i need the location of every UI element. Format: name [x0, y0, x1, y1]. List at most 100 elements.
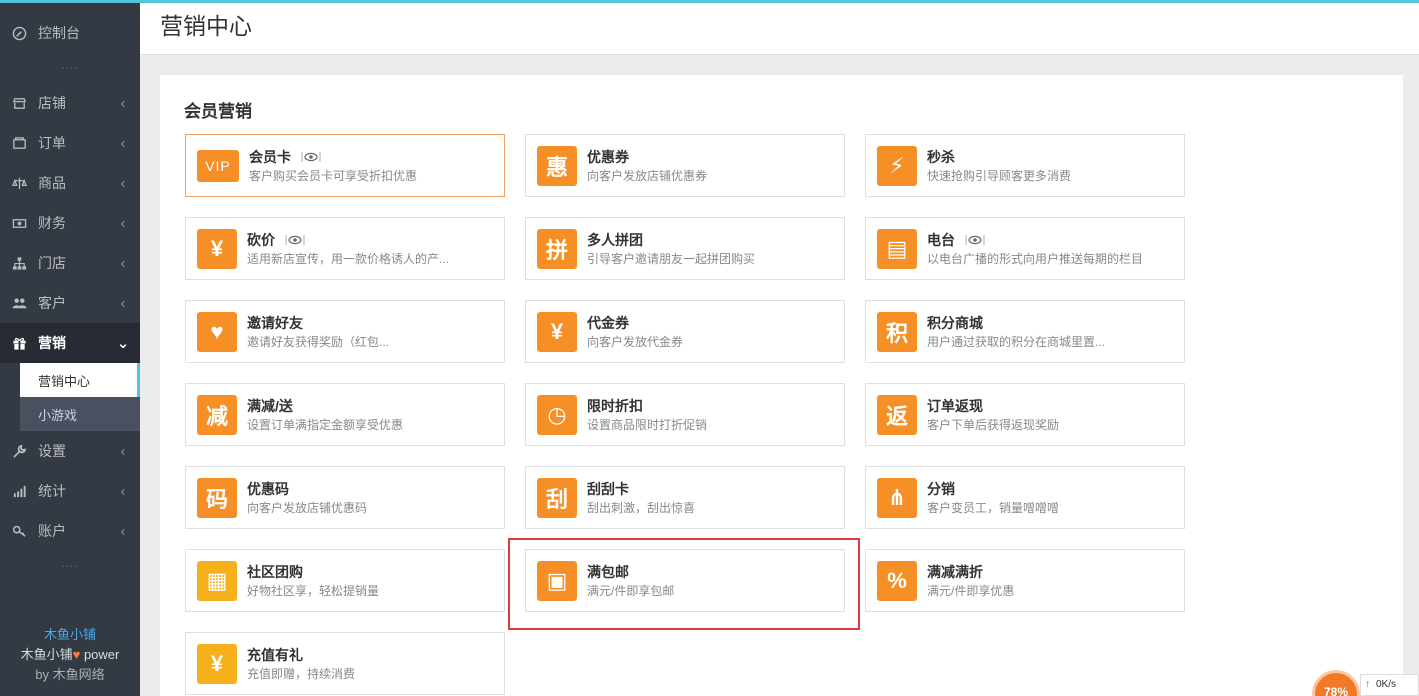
minus-icon: 减: [197, 394, 237, 435]
group-buy-icon: 拼: [537, 228, 577, 269]
sidebar-item-order[interactable]: 订单 ‹: [0, 123, 140, 163]
chevron-left-icon: ‹: [120, 134, 126, 152]
sidebar-divider: ....: [61, 58, 79, 72]
brand-name[interactable]: 木鱼小铺: [0, 625, 140, 645]
marketing-card[interactable]: ▣ 满包邮 满元/件即享包邮: [525, 549, 845, 612]
sidebar-item-shop[interactable]: 店铺 ‹: [0, 83, 140, 123]
brand-power-prefix: 木鱼小铺: [20, 647, 73, 662]
marketing-card[interactable]: 拼多人拼团 引导客户邀请朋友一起拼团购买: [525, 217, 845, 280]
card-title: 电台: [927, 231, 1143, 249]
marketing-card[interactable]: 码优惠码 向客户发放店铺优惠码: [185, 466, 505, 529]
marketing-card[interactable]: ⚡ 秒杀快速抢购引导顾客更多消费: [865, 134, 1185, 197]
card-title-text: 满减满折: [927, 563, 983, 580]
card-title-text: 限时折扣: [587, 397, 643, 414]
sidebar-item-dashboard[interactable]: 控制台: [0, 13, 140, 53]
speed-rate: 0K/s: [1376, 679, 1397, 690]
marketing-card[interactable]: 惠优惠券 向客户发放店铺优惠券: [525, 134, 845, 197]
card-text: 社区团购 好物社区享，轻松提销量: [247, 563, 379, 599]
card-description: 向客户发放店铺优惠码: [247, 500, 368, 515]
card-text: 电台以电台广播的形式向用户推送每期的栏目: [927, 231, 1143, 267]
marketing-card[interactable]: 返订单返现 客户下单后获得返现奖励: [865, 383, 1185, 446]
card-text: 多人拼团 引导客户邀请朋友一起拼团购买: [587, 231, 755, 267]
marketing-card[interactable]: 刮刮刮卡 刮出刺激，刮出惊喜: [525, 466, 845, 529]
sidebar-item-customer[interactable]: 客户 ‹: [0, 283, 140, 323]
card-description: 设置订单满指定金额享受优惠: [247, 417, 404, 432]
sidebar-item-goods[interactable]: 商品 ‹: [0, 163, 140, 203]
sidebar-item-label: 控制台: [38, 25, 80, 41]
card-title: 刮刮卡: [587, 480, 695, 498]
cashback-icon: 返: [877, 394, 917, 435]
invite-icon: ♥: [197, 311, 237, 352]
sidebar-item-label: 营销: [38, 335, 66, 351]
sidebar-item-settings[interactable]: 设置 ‹: [0, 431, 140, 471]
users-icon: [10, 294, 28, 312]
card-text: 优惠码 向客户发放店铺优惠码: [247, 480, 367, 516]
top-accent-line: [0, 0, 1419, 3]
order-icon: [10, 134, 28, 152]
card-title-text: 砍价: [247, 231, 275, 248]
marketing-card[interactable]: ▦ 社区团购 好物社区享，轻松提销量: [185, 549, 505, 612]
dashboard-icon: [10, 24, 28, 42]
card-description: 以电台广播的形式向用户推送每期的栏目: [927, 251, 1144, 266]
card-title: 分销: [927, 480, 1059, 498]
card-title: 秒杀: [927, 148, 1071, 166]
sidebar-item-stats[interactable]: 统计 ‹: [0, 471, 140, 511]
wrench-icon: [10, 442, 28, 460]
card-text: 订单返现 客户下单后获得返现奖励: [927, 397, 1059, 433]
submenu-item-mini-games[interactable]: 小游戏: [20, 397, 140, 431]
card-text: 会员卡 客户购买会员卡可享受折扣优惠: [249, 148, 417, 184]
sidebar-item-account[interactable]: 账户 ‹: [0, 511, 140, 551]
network-speed-widget[interactable]: 78% ↑ 0K/s: [1310, 668, 1419, 696]
preview-eye-icon[interactable]: [965, 234, 985, 246]
scale-icon: [10, 174, 28, 192]
card-title-text: 电台: [927, 231, 955, 248]
marketing-card[interactable]: ♥ 邀请好友邀请好友获得奖励（红包...: [185, 300, 505, 363]
voucher-icon: ¥: [537, 311, 577, 352]
card-text: 分销 客户变员工，销量噌噌噌: [927, 480, 1059, 516]
brand-power-line: 木鱼小铺♥ power: [0, 645, 140, 665]
marketing-card[interactable]: ⋔ 分销 客户变员工，销量噌噌噌: [865, 466, 1185, 529]
sidebar-item-marketing[interactable]: 营销 ⌄: [0, 323, 140, 363]
marketing-card[interactable]: ¥ 砍价 适用新店宣传，用一款价格诱人的产...: [185, 217, 505, 280]
card-title: 限时折扣: [587, 397, 707, 415]
chevron-left-icon: ‹: [120, 94, 126, 112]
sidebar-item-store[interactable]: 门店 ‹: [0, 243, 140, 283]
marketing-submenu: 营销中心 小游戏: [20, 363, 140, 431]
page-title: 营销中心: [160, 13, 252, 39]
marketing-card[interactable]: ◷ 限时折扣 设置商品限时打折促销: [525, 383, 845, 446]
money-icon: [10, 214, 28, 232]
card-title: 充值有礼: [247, 646, 355, 664]
sidebar-item-label: 财务: [38, 215, 66, 231]
percent-icon: %: [877, 560, 917, 601]
lightning-icon: ⚡: [877, 145, 917, 186]
marketing-card[interactable]: VIP 会员卡 客户购买会员卡可享受折扣优惠: [185, 134, 505, 197]
submenu-item-marketing-center[interactable]: 营销中心: [20, 363, 140, 397]
brand-by-line: by 木鱼网络: [35, 667, 105, 682]
sidebar-item-label: 客户: [38, 295, 66, 311]
card-title-text: 代金券: [587, 314, 629, 331]
card-title-text: 会员卡: [249, 148, 291, 165]
sidebar-item-label: 门店: [38, 255, 66, 271]
marketing-card[interactable]: 积积分商城 用户通过获取的积分在商城里置...: [865, 300, 1185, 363]
content-panel: 会员营销 VIP 会员卡 客户购买会员卡可享受折扣优惠 惠优惠券 向客户发放店铺优惠券 ⚡…: [160, 75, 1403, 696]
preview-eye-icon[interactable]: [285, 234, 305, 246]
marketing-card[interactable]: % 满减满折满元/件即享优惠: [865, 549, 1185, 612]
marketing-card[interactable]: ▤ 电台 以电台广播的形式向用户推送每期的栏目: [865, 217, 1185, 280]
card-description: 满元/件即享包邮: [587, 583, 675, 598]
card-title: 邀请好友: [247, 314, 389, 332]
card-text: 限时折扣 设置商品限时打折促销: [587, 397, 707, 433]
sidebar-item-label: 统计: [38, 483, 66, 499]
chevron-down-icon: ⌄: [116, 335, 130, 352]
brand-power-suffix: power: [80, 647, 120, 662]
marketing-card[interactable]: ¥ 代金券 向客户发放代金券: [525, 300, 845, 363]
sidebar-item-finance[interactable]: 财务 ‹: [0, 203, 140, 243]
card-text: 积分商城 用户通过获取的积分在商城里置...: [927, 314, 1105, 350]
preview-eye-icon[interactable]: [301, 151, 321, 163]
marketing-card[interactable]: ¥ 充值有礼 充值即赠，持续消费: [185, 632, 505, 695]
card-description: 快速抢购引导顾客更多消费: [927, 168, 1072, 183]
card-description: 邀请好友获得奖励（红包...: [247, 334, 390, 349]
section-title: 会员营销: [184, 102, 252, 121]
marketing-card[interactable]: 减满减/送 设置订单满指定金额享受优惠: [185, 383, 505, 446]
card-title-text: 秒杀: [927, 148, 955, 165]
card-description: 满元/件即享优惠: [927, 583, 1015, 598]
